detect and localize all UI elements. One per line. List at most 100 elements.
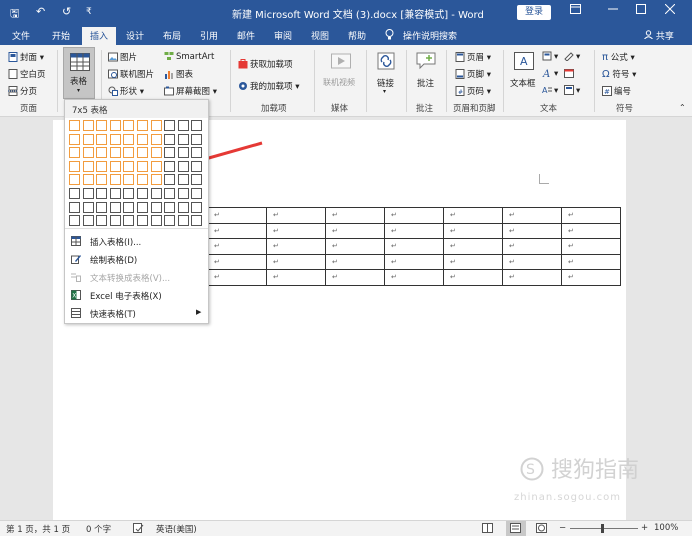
page-count[interactable]: 第 1 页，共 1 页 xyxy=(6,523,70,535)
customize-quick-access-icon[interactable]: ₹ xyxy=(86,7,92,17)
table-grid-cell[interactable] xyxy=(164,202,175,213)
tab-mailings[interactable]: 邮件 xyxy=(237,29,255,42)
table-grid-cell[interactable] xyxy=(151,174,162,185)
table-cell[interactable]: ↵ xyxy=(502,238,562,255)
table-grid-cell[interactable] xyxy=(151,147,162,158)
table-grid-cell[interactable] xyxy=(151,202,162,213)
page-number-button[interactable]: # 页码 ▾ xyxy=(455,85,491,97)
table-cell[interactable]: ↵ xyxy=(384,269,444,286)
drop-cap-button[interactable]: A ▾ xyxy=(542,85,558,96)
table-button[interactable]: 表格 ▾ xyxy=(63,47,95,99)
language-indicator[interactable]: 英语(美国) xyxy=(156,523,197,535)
table-cell[interactable]: ↵ xyxy=(207,269,267,286)
zoom-slider-thumb[interactable] xyxy=(601,524,604,533)
numbering-button[interactable]: # 编号 xyxy=(602,85,631,97)
footer-button[interactable]: 页脚 ▾ xyxy=(455,68,491,80)
table-grid-cell[interactable] xyxy=(151,161,162,172)
get-addins-button[interactable]: 获取加载项 xyxy=(238,58,293,70)
equation-button[interactable]: π 公式 ▾ xyxy=(602,51,635,63)
undo-icon[interactable]: ↶ xyxy=(36,5,45,18)
table-grid-cell[interactable] xyxy=(123,188,134,199)
table-grid-cell[interactable] xyxy=(110,215,121,226)
table-grid-cell[interactable] xyxy=(83,134,94,145)
table-cell[interactable]: ↵ xyxy=(443,238,503,255)
chart-button[interactable]: 图表 xyxy=(164,68,193,80)
textbox-button[interactable]: A 文本框 xyxy=(508,49,540,97)
table-cell[interactable]: ↵ xyxy=(443,269,503,286)
minimize-button[interactable] xyxy=(603,3,623,17)
table-grid-cell[interactable] xyxy=(110,120,121,131)
convert-text-to-table-menu-item[interactable]: 文本转换成表格(V)... xyxy=(65,269,208,286)
table-grid-cell[interactable] xyxy=(164,147,175,158)
zoom-slider[interactable] xyxy=(570,528,638,529)
table-grid-cell[interactable] xyxy=(110,147,121,158)
table-grid-cell[interactable] xyxy=(191,202,202,213)
table-cell[interactable]: ↵ xyxy=(561,222,621,239)
table-grid-cell[interactable] xyxy=(178,120,189,131)
table-cell[interactable]: ↵ xyxy=(561,207,621,224)
table-grid-cell[interactable] xyxy=(137,134,148,145)
table-cell[interactable]: ↵ xyxy=(207,222,267,239)
table-grid-cell[interactable] xyxy=(123,161,134,172)
save-icon[interactable]: 🖫 xyxy=(10,5,19,24)
table-grid-cell[interactable] xyxy=(164,188,175,199)
share-button[interactable]: 共享 xyxy=(644,29,674,42)
table-cell[interactable]: ↵ xyxy=(266,207,326,224)
web-layout-icon[interactable] xyxy=(536,523,547,536)
my-addins-button[interactable]: 我的加载项 ▾ xyxy=(238,80,299,92)
table-cell[interactable]: ↵ xyxy=(502,222,562,239)
table-grid-cell[interactable] xyxy=(83,202,94,213)
smartart-button[interactable]: SmartArt xyxy=(164,51,214,62)
table-grid-cell[interactable] xyxy=(69,120,80,131)
table-grid-cell[interactable] xyxy=(123,202,134,213)
table-cell[interactable]: ↵ xyxy=(384,207,444,224)
table-cell[interactable]: ↵ xyxy=(561,238,621,255)
table-grid-cell[interactable] xyxy=(110,174,121,185)
table-grid-cell[interactable] xyxy=(191,188,202,199)
tab-help[interactable]: 帮助 xyxy=(348,29,366,42)
table-grid-cell[interactable] xyxy=(137,161,148,172)
tab-file[interactable]: 文件 xyxy=(12,29,30,42)
tab-layout[interactable]: 布局 xyxy=(163,29,181,42)
document-table[interactable]: ↵ ↵ ↵ ↵ ↵ ↵ ↵ ↵ ↵ ↵ ↵ ↵ ↵ ↵ ↵ ↵ ↵ ↵ ↵ ↵ ↵ ↵ ↵ ↵ ↵ ↵ ↵ ↵ ↵ ↵ ↵ ↵ ↵ ↵ ↵ xyxy=(207,207,621,286)
maximize-button[interactable] xyxy=(631,3,651,17)
table-grid-cell[interactable] xyxy=(178,174,189,185)
table-grid-cell[interactable] xyxy=(83,188,94,199)
table-cell[interactable]: ↵ xyxy=(266,253,326,270)
table-grid-cell[interactable] xyxy=(69,188,80,199)
quick-tables-menu-item[interactable]: 快速表格(T) ▶ xyxy=(65,305,208,322)
table-grid-cell[interactable] xyxy=(96,161,107,172)
cover-page-button[interactable]: 封面 ▾ xyxy=(8,51,44,63)
table-cell[interactable]: ↵ xyxy=(325,207,385,224)
table-cell[interactable]: ↵ xyxy=(502,207,562,224)
table-grid-cell[interactable] xyxy=(96,215,107,226)
table-grid-cell[interactable] xyxy=(178,147,189,158)
date-time-button[interactable] xyxy=(564,68,576,79)
online-video-button[interactable]: 联机视频 xyxy=(322,49,360,97)
header-button[interactable]: 页眉 ▾ xyxy=(455,51,491,63)
redo-icon[interactable]: ↺ xyxy=(62,5,71,18)
table-grid-cell[interactable] xyxy=(96,147,107,158)
table-grid-cell[interactable] xyxy=(191,147,202,158)
table-cell[interactable]: ↵ xyxy=(266,222,326,239)
table-cell[interactable]: ↵ xyxy=(443,207,503,224)
print-layout-icon[interactable] xyxy=(506,521,526,536)
table-grid-cell[interactable] xyxy=(191,161,202,172)
table-cell[interactable]: ↵ xyxy=(561,269,621,286)
table-cell[interactable]: ↵ xyxy=(502,269,562,286)
table-grid-cell[interactable] xyxy=(178,215,189,226)
table-grid-cell[interactable] xyxy=(178,202,189,213)
ribbon-display-options-icon[interactable] xyxy=(565,3,585,17)
zoom-out-button[interactable]: − xyxy=(559,523,566,533)
table-grid-cell[interactable] xyxy=(83,120,94,131)
table-grid-cell[interactable] xyxy=(151,134,162,145)
table-cell[interactable]: ↵ xyxy=(561,253,621,270)
table-grid-cell[interactable] xyxy=(137,202,148,213)
table-cell[interactable]: ↵ xyxy=(207,238,267,255)
table-cell[interactable]: ↵ xyxy=(325,269,385,286)
table-cell[interactable]: ↵ xyxy=(207,253,267,270)
table-grid-cell[interactable] xyxy=(164,134,175,145)
table-grid-cell[interactable] xyxy=(151,120,162,131)
table-grid-cell[interactable] xyxy=(96,134,107,145)
table-grid-cell[interactable] xyxy=(151,215,162,226)
